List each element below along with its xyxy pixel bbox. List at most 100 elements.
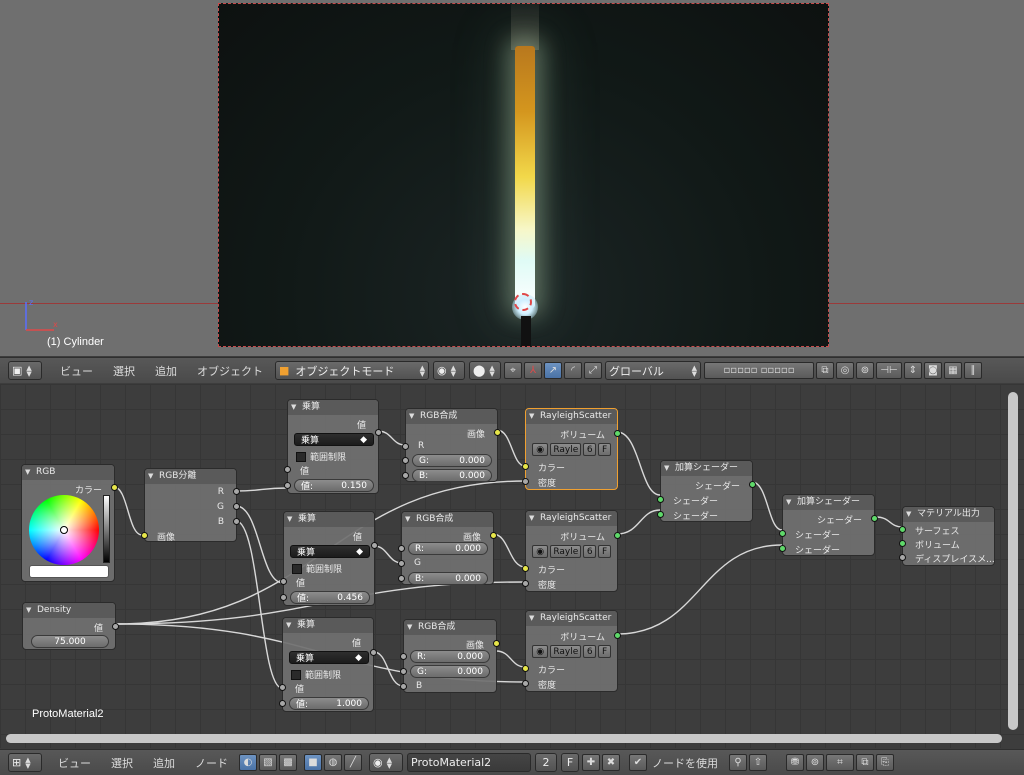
node-group-users[interactable]: 6 — [583, 645, 597, 658]
socket-value-out[interactable] — [371, 542, 378, 549]
socket-value-in-2[interactable] — [280, 594, 287, 601]
snap-icon[interactable]: ⊚ — [856, 362, 874, 379]
material-users-count[interactable]: 2 — [535, 753, 557, 772]
node-material-output[interactable]: マテリアル出力 サーフェス ボリューム ディスプレイスメ... — [899, 506, 995, 566]
node-group-selector[interactable]: ◉ Rayle 6 F — [532, 545, 611, 558]
color-wheel-cursor[interactable] — [60, 526, 68, 534]
clamp-checkbox[interactable]: 範囲制限 — [291, 668, 341, 681]
3d-viewport[interactable]: z x (1) Cylinder — [0, 0, 1024, 356]
shader-nodes-icon[interactable]: ◐ — [239, 754, 257, 771]
node-group-icon[interactable]: ◉ — [532, 545, 549, 558]
socket-volume-in[interactable] — [899, 540, 906, 547]
menu-view[interactable]: ビュー — [50, 363, 103, 379]
socket-g-in[interactable] — [402, 457, 409, 464]
node-group-selector[interactable]: ◉ Rayle 6 F — [532, 443, 611, 456]
socket-displacement-in[interactable] — [899, 554, 906, 561]
node-add-shader-1[interactable]: 加算シェーダー シェーダー シェーダー シェーダー — [657, 460, 756, 522]
horizontal-scrollbar[interactable] — [6, 734, 1002, 743]
r-field[interactable]: R: 0.000 — [408, 542, 488, 555]
vertical-scrollbar[interactable] — [1008, 392, 1018, 730]
lock-icon[interactable]: ⧉ — [816, 362, 834, 379]
editor-type-button[interactable]: ⊞ ▲ ▼ — [8, 753, 42, 772]
math-operation-dropdown[interactable]: 乗算 ◆ — [289, 651, 369, 664]
socket-shader-in-1[interactable] — [779, 530, 786, 537]
node-group-name[interactable]: Rayle — [550, 545, 582, 558]
clamp-checkbox[interactable]: 範囲制限 — [292, 562, 342, 575]
node-combine-rgb-1[interactable]: RGB合成 画像 R G: 0.000 B: 0.000 — [402, 408, 501, 482]
socket-volume-out[interactable] — [614, 532, 621, 539]
menu-add[interactable]: 追加 — [143, 755, 185, 771]
socket-b-in[interactable] — [402, 472, 409, 479]
socket-b-out[interactable] — [233, 518, 240, 525]
layers-grid[interactable]: ▫▫▫▫▫ ▫▫▫▫▫ — [704, 362, 814, 379]
mode-selector[interactable]: ■ オブジェクトモード ▲ ▼ — [275, 361, 429, 380]
menu-select[interactable]: 選択 — [101, 755, 143, 771]
node-group-users[interactable]: 6 — [583, 443, 597, 456]
manipulator-toggle-icon[interactable]: ⌖ — [504, 362, 522, 379]
clamp-checkbox[interactable]: 範囲制限 — [296, 450, 346, 463]
material-browse-button[interactable]: ◉ ▲ ▼ — [369, 753, 403, 772]
node-rayleigh-scatter-3[interactable]: RayleighScatter ボリューム ◉ Rayle 6 F カラー 密度 — [522, 610, 621, 692]
socket-g-out[interactable] — [233, 503, 240, 510]
socket-image-in[interactable] — [141, 532, 148, 539]
socket-value-out[interactable] — [370, 649, 377, 656]
value-field[interactable]: 値: 0.150 — [294, 479, 374, 492]
menu-select[interactable]: 選択 — [103, 363, 145, 379]
node-add-shader-2[interactable]: 加算シェーダー シェーダー シェーダー シェーダー — [779, 494, 878, 556]
node-editor[interactable]: RGB カラー RGB分離 R G B 画像 乗算 値 乗算◆ 範囲制限 値 値… — [0, 384, 1024, 748]
socket-image-out[interactable] — [490, 532, 497, 539]
use-nodes-checkbox-icon[interactable]: ✔ — [629, 754, 647, 771]
socket-shader-in-2[interactable] — [779, 545, 786, 552]
node-group-name[interactable]: Rayle — [550, 443, 582, 456]
backdrop-icon[interactable]: ⛃ — [786, 754, 804, 771]
compositing-nodes-icon[interactable]: ▧ — [259, 754, 277, 771]
fake-user-button[interactable]: F — [561, 753, 579, 772]
socket-density-in[interactable] — [522, 580, 529, 587]
g-field[interactable]: G: 0.000 — [410, 665, 490, 678]
node-group-icon[interactable]: ◉ — [532, 645, 549, 658]
socket-surface-in[interactable] — [899, 526, 906, 533]
copy-nodes-icon[interactable]: ⧉ — [856, 754, 874, 771]
clapper-icon[interactable]: ▦ — [944, 362, 962, 379]
node-group-fake-user[interactable]: F — [598, 443, 611, 456]
menu-node[interactable]: ノード — [185, 755, 238, 771]
pivot-selector[interactable]: ⬤ ▲ ▼ — [469, 361, 501, 380]
render-camera-icon[interactable]: ◙ — [924, 362, 942, 379]
orientation-selector[interactable]: グローバル ▲ ▼ — [605, 361, 701, 380]
pin-icon[interactable]: ⚲ — [729, 754, 747, 771]
scale-icon[interactable]: ⤢ — [584, 362, 602, 379]
snap-toggle-icon[interactable]: ⊚ — [806, 754, 824, 771]
snap-target-icon[interactable]: ⇕ — [904, 362, 922, 379]
editor-type-button[interactable]: ▣ ▲ ▼ — [8, 361, 42, 380]
header-scroll-icon[interactable]: ∥ — [964, 362, 982, 379]
proportional-edit-icon[interactable]: ◎ — [836, 362, 854, 379]
socket-shader-out[interactable] — [749, 481, 756, 488]
move-arrow-icon[interactable]: ↗ — [544, 362, 562, 379]
math-operation-dropdown[interactable]: 乗算 ◆ — [290, 545, 370, 558]
node-density[interactable]: Density 値 75.000 — [22, 602, 119, 650]
use-nodes-label[interactable]: ノードを使用 — [648, 755, 728, 771]
unlink-material-icon[interactable]: ✖ — [602, 754, 620, 771]
socket-g-in[interactable] — [398, 560, 405, 567]
value-field[interactable]: 値: 0.456 — [290, 591, 370, 604]
node-math-3[interactable]: 乗算 値 乗算◆ 範囲制限 値 値: 1.000 — [279, 617, 377, 712]
node-combine-rgb-3[interactable]: RGB合成 画像 R:0.000 G:0.000 B — [400, 619, 500, 693]
socket-value-out[interactable] — [112, 623, 119, 630]
socket-r-in[interactable] — [402, 443, 409, 450]
node-group-fake-user[interactable]: F — [598, 545, 611, 558]
socket-density-in[interactable] — [522, 478, 529, 485]
node-group-users[interactable]: 6 — [583, 545, 597, 558]
socket-color-in[interactable] — [522, 565, 529, 572]
world-shader-icon[interactable]: ◍ — [324, 754, 342, 771]
node-math-1[interactable]: 乗算 値 乗算◆ 範囲制限 値 値: 0.150 — [284, 399, 382, 494]
value-field[interactable]: 値: 1.000 — [289, 697, 369, 710]
socket-color-in[interactable] — [522, 665, 529, 672]
socket-g-in[interactable] — [400, 668, 407, 675]
node-group-selector[interactable]: ◉ Rayle 6 F — [532, 645, 611, 658]
parent-tree-icon[interactable]: ⇧ — [749, 754, 767, 771]
node-combine-rgb-2[interactable]: RGB合成 画像 R:0.000 G B:0.000 — [398, 511, 497, 585]
material-name-field[interactable]: ProtoMaterial2 — [407, 753, 531, 772]
texture-nodes-icon[interactable]: ▩ — [279, 754, 297, 771]
socket-shader-out[interactable] — [871, 515, 878, 522]
socket-image-out[interactable] — [493, 640, 500, 647]
